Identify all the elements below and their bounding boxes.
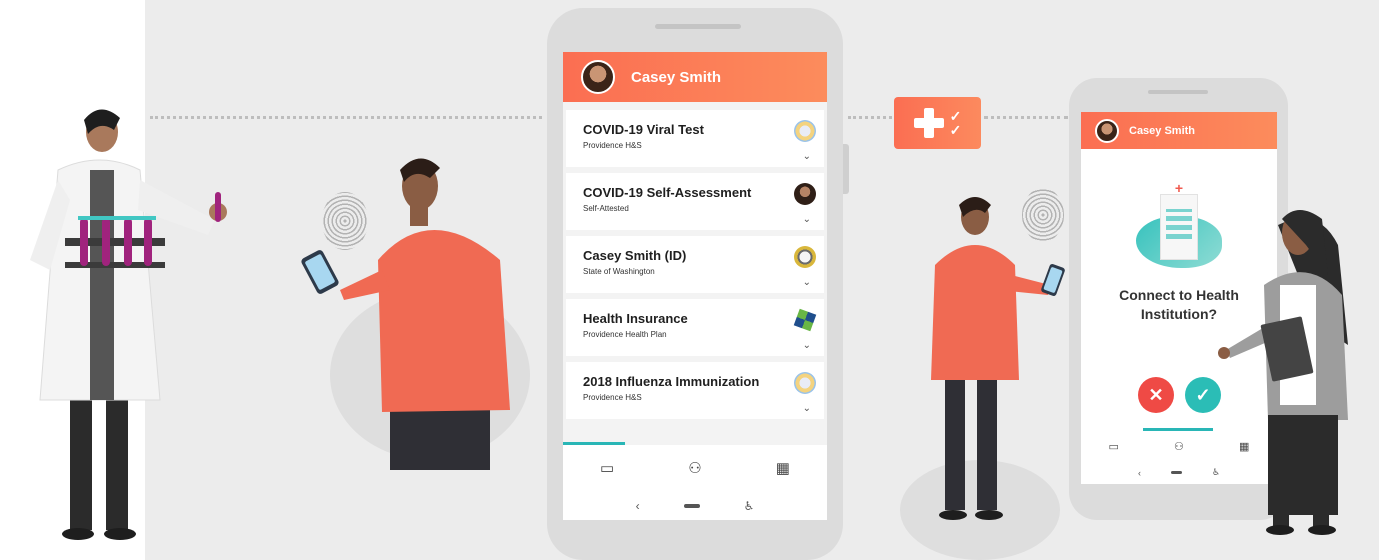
phone-speaker (1148, 90, 1208, 94)
connections-icon[interactable]: ⚇ (688, 459, 701, 477)
credential-card[interactable]: COVID-19 Self-Assessment Self-Attested ⌄ (566, 173, 824, 230)
health-check-badge: ✓ ✓ (894, 97, 981, 149)
credential-card[interactable]: Health Insurance Providence Health Plan … (566, 299, 824, 356)
credential-title: 2018 Influenza Immunization (583, 374, 760, 389)
back-icon[interactable]: ‹ (636, 499, 640, 513)
credential-issuer: State of Washington (583, 267, 655, 276)
credential-card[interactable]: COVID-19 Viral Test Providence H&S ⌄ (566, 110, 824, 167)
credential-title: COVID-19 Viral Test (583, 122, 704, 137)
tab-bar: ▭ ⚇ ▦ (563, 445, 827, 491)
accessibility-icon[interactable]: ♿︎ (744, 499, 755, 513)
man-with-phone-illustration (931, 197, 1065, 520)
deny-button[interactable]: ✕ (1138, 377, 1174, 413)
phone-speaker (655, 24, 741, 29)
credential-issuer: Self-Attested (583, 204, 629, 213)
profile-header[interactable]: Casey Smith (1081, 112, 1277, 149)
large-phone: Casey Smith COVID-19 Viral Test Providen… (547, 8, 849, 560)
home-pill-icon[interactable] (1170, 471, 1182, 474)
wallet-screen: Casey Smith COVID-19 Viral Test Providen… (563, 52, 827, 520)
hospital-building-icon (1160, 194, 1198, 260)
hospital-logo-icon (794, 372, 816, 394)
avatar (1095, 118, 1119, 143)
credential-card[interactable]: 2018 Influenza Immunization Providence H… (566, 362, 824, 419)
home-pill-icon[interactable] (683, 503, 700, 508)
wallet-icon[interactable]: ▭ (600, 459, 614, 477)
qr-code-icon[interactable]: ▦ (776, 459, 790, 477)
woman-with-clipboard-illustration (1218, 210, 1348, 535)
hospital-illustration: + (1136, 180, 1222, 272)
person-avatar-icon (794, 183, 816, 205)
chevron-down-icon[interactable]: ⌄ (803, 403, 811, 414)
credential-issuer: Providence H&S (583, 393, 642, 402)
checklist-icon: ✓ ✓ (949, 108, 962, 138)
credential-title: Casey Smith (ID) (583, 248, 687, 263)
medical-cross-icon (913, 108, 944, 138)
accept-button[interactable]: ✓ (1185, 377, 1221, 413)
chevron-down-icon[interactable]: ⌄ (803, 151, 811, 162)
avatar (581, 60, 615, 94)
hospital-logo-icon (794, 120, 816, 142)
credential-issuer: Providence Health Plan (583, 330, 667, 339)
credential-title: COVID-19 Self-Assessment (583, 185, 752, 200)
connector-line (984, 116, 1068, 119)
credential-card[interactable]: Casey Smith (ID) State of Washington ⌄ (566, 236, 824, 293)
profile-header[interactable]: Casey Smith (563, 52, 827, 102)
chevron-down-icon[interactable]: ⌄ (803, 340, 811, 351)
red-cross-icon: + (1174, 180, 1184, 196)
chevron-down-icon[interactable]: ⌄ (803, 277, 811, 288)
doctor-illustration (30, 109, 227, 540)
user-name: Casey Smith (631, 68, 722, 86)
wallet-icon[interactable]: ▭ (1109, 440, 1119, 453)
connector-line (848, 116, 892, 119)
system-nav-bar: ‹ ♿︎ (563, 491, 827, 520)
chevron-down-icon[interactable]: ⌄ (803, 214, 811, 225)
credential-title: Health Insurance (583, 311, 688, 326)
credential-list: COVID-19 Viral Test Providence H&S ⌄ COV… (563, 102, 827, 419)
state-seal-icon (794, 246, 816, 268)
man-with-phone-illustration (301, 158, 510, 470)
user-name: Casey Smith (1129, 124, 1196, 137)
connections-icon[interactable]: ⚇ (1174, 440, 1184, 453)
back-icon[interactable]: ‹ (1138, 468, 1141, 478)
phone-side-button (843, 144, 849, 194)
credential-issuer: Providence H&S (583, 141, 642, 150)
